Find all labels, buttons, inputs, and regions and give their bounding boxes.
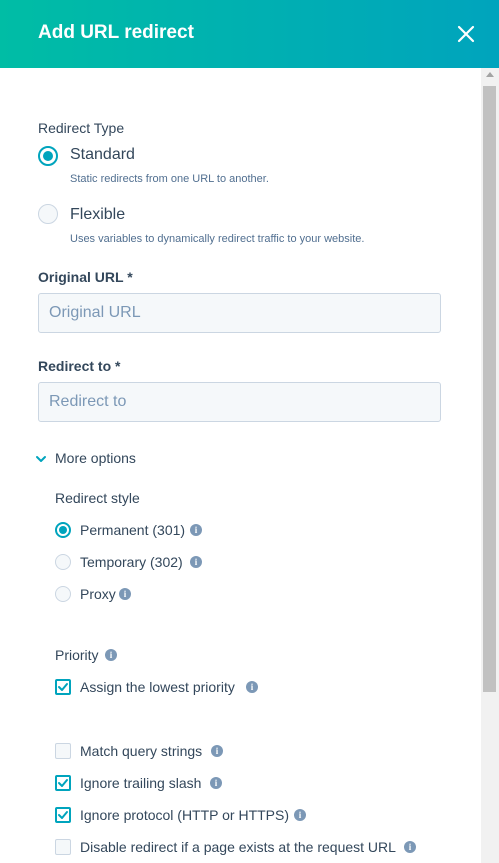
radio-flexible-label[interactable]: Flexible: [70, 206, 125, 224]
info-icon[interactable]: i: [294, 809, 306, 821]
more-options-label: More options: [55, 450, 136, 466]
redirect-type-label: Redirect Type: [38, 120, 125, 136]
radio-proxy-label[interactable]: Proxy: [80, 586, 116, 602]
chevron-down-icon: [36, 456, 46, 462]
redirect-to-input[interactable]: [38, 382, 441, 422]
checkbox-ignore-protocol-label[interactable]: Ignore protocol (HTTP or HTTPS): [80, 807, 289, 823]
info-icon[interactable]: i: [119, 588, 131, 600]
checkbox-disable-if-page-exists-label[interactable]: Disable redirect if a page exists at the…: [80, 839, 396, 855]
original-url-label: Original URL *: [38, 269, 133, 285]
checkbox-ignore-trailing-slash-label[interactable]: Ignore trailing slash: [80, 775, 201, 791]
checkmark-icon: [58, 811, 68, 819]
checkbox-ignore-trailing-slash[interactable]: [55, 775, 71, 791]
radio-flexible[interactable]: [38, 204, 58, 224]
info-icon[interactable]: i: [190, 556, 202, 568]
info-icon[interactable]: i: [211, 745, 223, 757]
panel-body: Redirect Type Standard Static redirects …: [0, 68, 481, 863]
redirect-to-label: Redirect to *: [38, 358, 121, 374]
close-icon: [457, 25, 475, 43]
checkbox-lowest-priority[interactable]: [55, 679, 71, 695]
info-icon[interactable]: i: [105, 649, 117, 661]
checkmark-icon: [58, 683, 68, 691]
info-icon[interactable]: i: [190, 524, 202, 536]
checkbox-match-query-strings-label[interactable]: Match query strings: [80, 743, 202, 759]
scrollbar-thumb[interactable]: [483, 86, 496, 692]
priority-label: Priority: [55, 647, 99, 663]
checkbox-lowest-priority-label[interactable]: Assign the lowest priority: [80, 679, 235, 695]
radio-temporary-302[interactable]: [55, 554, 71, 570]
checkbox-disable-if-page-exists[interactable]: [55, 839, 71, 855]
checkmark-icon: [58, 779, 68, 787]
info-icon[interactable]: i: [210, 777, 222, 789]
radio-proxy[interactable]: [55, 586, 71, 602]
radio-temporary-302-label[interactable]: Temporary (302): [80, 554, 183, 570]
panel-title: Add URL redirect: [38, 22, 194, 43]
radio-standard[interactable]: [38, 146, 58, 166]
scroll-up-arrow-icon[interactable]: [486, 72, 494, 77]
info-icon[interactable]: i: [404, 841, 416, 853]
info-icon[interactable]: i: [246, 681, 258, 693]
checkbox-match-query-strings[interactable]: [55, 743, 71, 759]
original-url-input[interactable]: [38, 293, 441, 333]
radio-flexible-help: Uses variables to dynamically redirect t…: [70, 233, 365, 245]
radio-standard-label[interactable]: Standard: [70, 146, 135, 164]
close-button[interactable]: [452, 20, 480, 48]
checkbox-ignore-protocol[interactable]: [55, 807, 71, 823]
redirect-style-label: Redirect style: [55, 490, 140, 506]
radio-permanent-301-label[interactable]: Permanent (301): [80, 522, 185, 538]
radio-standard-help: Static redirects from one URL to another…: [70, 173, 269, 185]
panel-header: Add URL redirect: [0, 0, 499, 68]
radio-permanent-301[interactable]: [55, 522, 71, 538]
